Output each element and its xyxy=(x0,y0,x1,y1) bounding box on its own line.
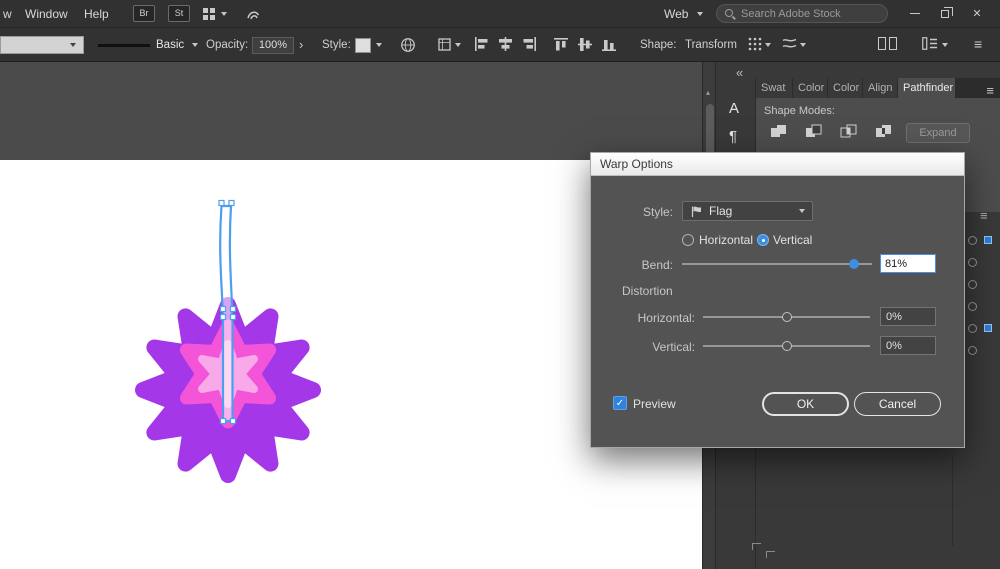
preview-checkbox[interactable]: ✓ xyxy=(613,396,627,410)
warped-rectangle-path[interactable] xyxy=(219,204,234,423)
panel-divider xyxy=(952,454,953,546)
restore-icon xyxy=(941,6,953,18)
tab-swatches[interactable]: Swat xyxy=(756,78,793,98)
target-circle[interactable] xyxy=(968,324,977,333)
vertical-label: Vertical: xyxy=(652,340,695,354)
bend-slider-handle[interactable] xyxy=(848,258,859,269)
target-circle[interactable] xyxy=(968,346,977,355)
radio-horizontal-label[interactable]: Horizontal xyxy=(699,233,753,247)
restore-button[interactable] xyxy=(930,0,960,27)
exclude-icon[interactable] xyxy=(873,122,899,142)
panel-tab-bar: Swat Color Color Align Pathfinder ≡ xyxy=(756,78,1000,98)
warp-options-dialog: Warp Options Style: Flag Horizontal Vert… xyxy=(590,152,965,448)
bend-slider[interactable] xyxy=(682,258,872,269)
bend-label: Bend: xyxy=(641,258,673,272)
preview-label[interactable]: Preview xyxy=(633,397,676,411)
target-circle[interactable] xyxy=(968,280,977,289)
scroll-up-icon[interactable]: ▴ xyxy=(706,88,710,97)
slider-track xyxy=(682,263,872,265)
selected-indicator[interactable] xyxy=(984,236,992,244)
chevron-down-icon xyxy=(942,43,948,47)
horizontal-label: Horizontal: xyxy=(637,311,695,325)
transform-grid-icon[interactable] xyxy=(748,37,762,54)
vertical-value-field[interactable] xyxy=(880,336,936,355)
distortion-label: Distortion xyxy=(622,284,673,298)
chevron-down-icon xyxy=(765,43,771,47)
control-panel-menu-icon[interactable]: ≡ xyxy=(974,36,982,52)
selected-indicator[interactable] xyxy=(984,324,992,332)
panel-menu-icon[interactable]: ≡ xyxy=(986,81,1000,98)
flag-icon xyxy=(691,206,701,217)
tab-pathfinder[interactable]: Pathfinder xyxy=(898,78,956,98)
chevron-down-icon xyxy=(800,43,806,47)
radio-vertical-label[interactable]: Vertical xyxy=(773,233,812,247)
shape-modes-label: Shape Modes: xyxy=(764,105,835,117)
warp-style-value: Flag xyxy=(709,204,733,218)
horizontal-distortion-slider[interactable] xyxy=(703,311,870,322)
panel-corner-mark xyxy=(752,543,761,550)
search-icon xyxy=(725,9,733,17)
panel-dock-icon[interactable] xyxy=(922,37,938,53)
tab-align[interactable]: Align xyxy=(863,78,898,98)
cancel-button[interactable]: Cancel xyxy=(854,392,941,416)
expand-button[interactable]: Expand xyxy=(906,123,970,143)
workspace-grid-icon[interactable] xyxy=(878,37,897,53)
bend-value-field[interactable] xyxy=(880,254,936,273)
warp-style-dropdown[interactable]: Flag xyxy=(682,201,813,221)
minus-front-icon[interactable] xyxy=(803,122,829,142)
unite-icon[interactable] xyxy=(768,122,794,142)
radio-horizontal[interactable] xyxy=(682,234,694,246)
panel-corner-mark xyxy=(766,551,775,558)
character-panel-icon[interactable]: A xyxy=(729,100,739,117)
dialog-title: Warp Options xyxy=(600,157,673,171)
radio-vertical[interactable] xyxy=(757,234,769,246)
ok-button[interactable]: OK xyxy=(762,392,849,416)
dialog-body: Style: Flag Horizontal Vertical Bend: Di… xyxy=(591,176,964,448)
target-circle[interactable] xyxy=(968,258,977,267)
search-input[interactable] xyxy=(741,5,881,22)
minimize-button[interactable] xyxy=(900,0,930,27)
warp-options-icon[interactable] xyxy=(782,37,797,53)
tab-color[interactable]: Color xyxy=(793,78,828,98)
style-label: Style: xyxy=(642,205,673,219)
search-adobe-stock-box[interactable] xyxy=(716,4,888,23)
horizontal-slider-handle[interactable] xyxy=(781,311,792,322)
intersect-icon[interactable] xyxy=(838,122,864,142)
paragraph-panel-icon[interactable]: ¶ xyxy=(729,128,737,145)
illustrator-window: w Window Help Br St Web ✕ Basic Opacity:… xyxy=(0,0,1000,569)
target-circle[interactable] xyxy=(968,302,977,311)
vertical-slider-handle[interactable] xyxy=(781,340,792,351)
dialog-titlebar[interactable]: Warp Options xyxy=(591,153,964,176)
horizontal-value-field[interactable] xyxy=(880,307,936,326)
minimize-icon xyxy=(910,12,920,15)
chevron-down-icon xyxy=(799,209,805,213)
close-button[interactable]: ✕ xyxy=(962,0,992,27)
vertical-distortion-slider[interactable] xyxy=(703,340,870,351)
tab-color-guide[interactable]: Color xyxy=(828,78,863,98)
target-circle[interactable] xyxy=(968,236,977,245)
appearance-menu-icon[interactable]: ≡ xyxy=(980,208,988,223)
